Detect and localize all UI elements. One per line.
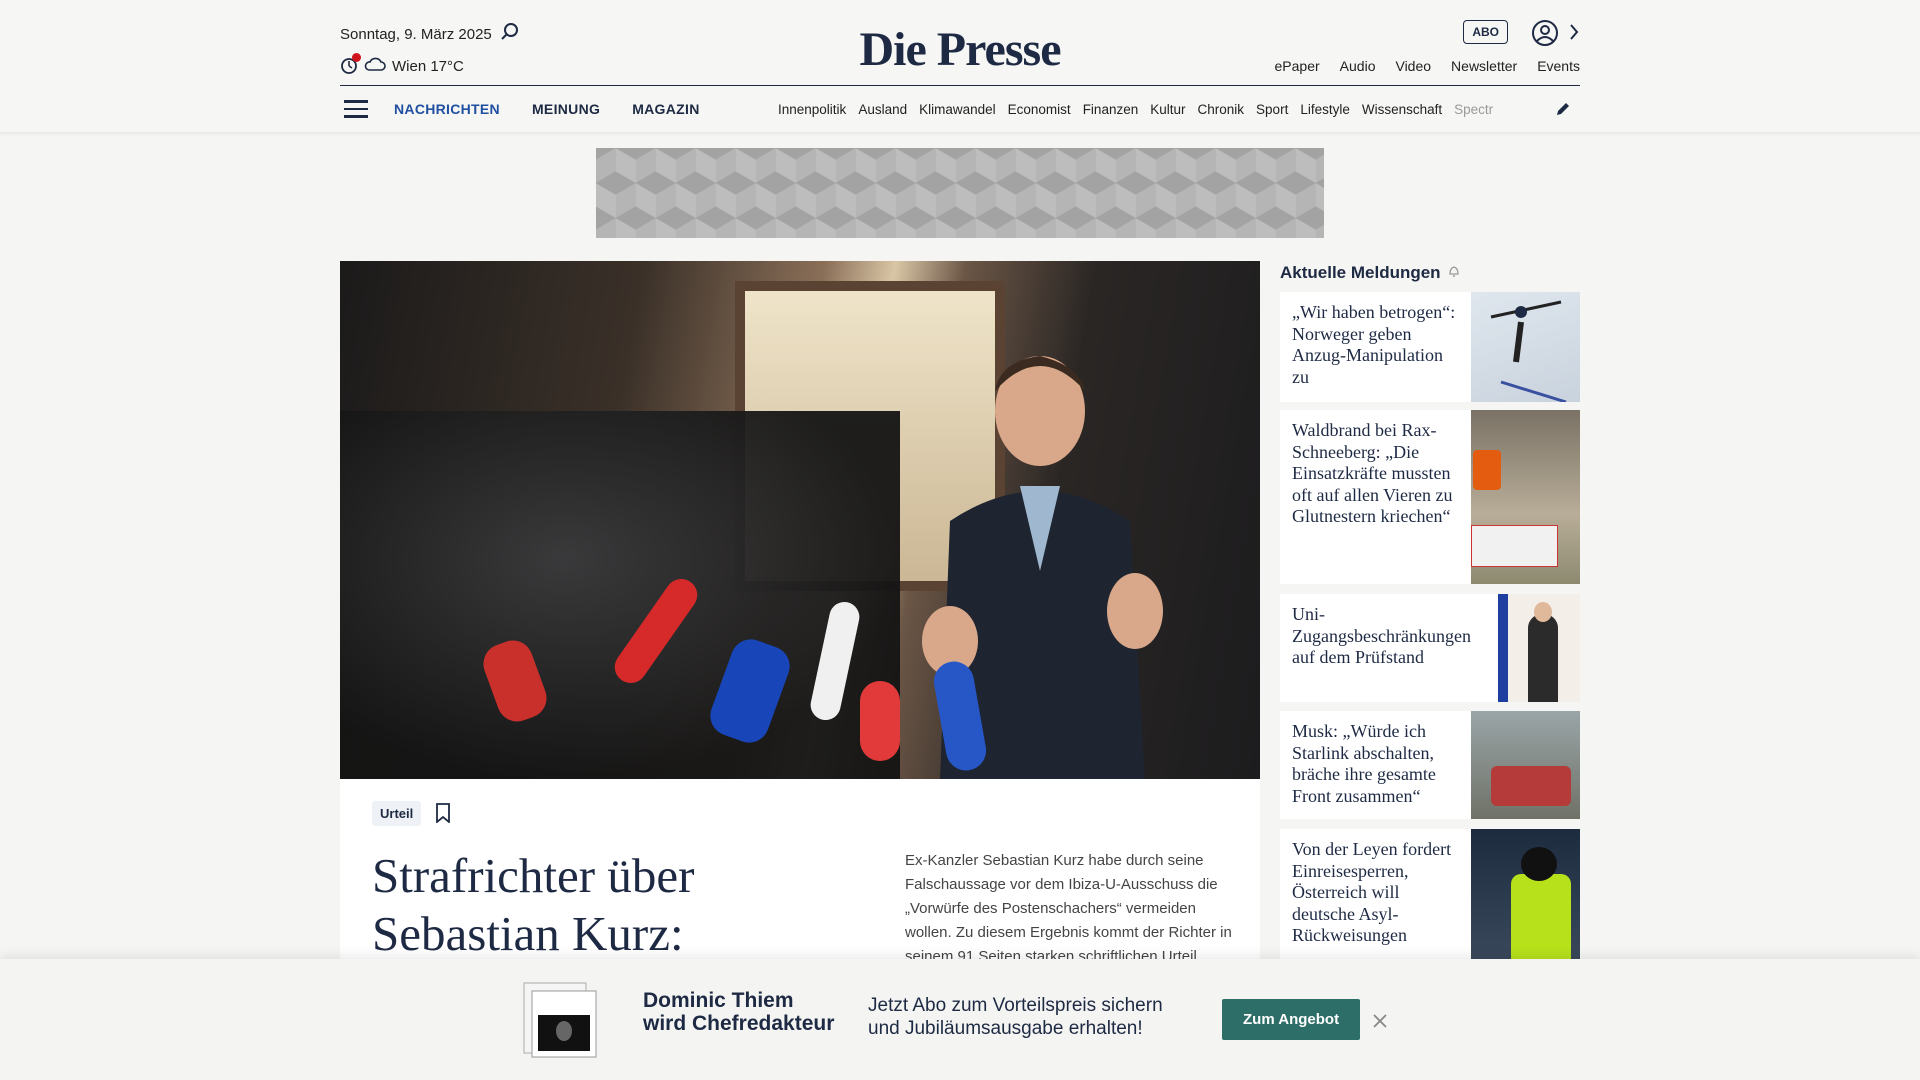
offer-button[interactable]: Zum Angebot bbox=[1222, 999, 1361, 1040]
news-sidebar: Aktuelle Meldungen „Wir haben betrogen“:… bbox=[1280, 258, 1580, 959]
article-tag[interactable]: Urteil bbox=[372, 801, 422, 826]
news-thumbnail-wildfire bbox=[1471, 410, 1580, 584]
list-item[interactable]: Musk: „Würde ich Starlink abschalten, br… bbox=[1280, 711, 1580, 819]
link-audio[interactable]: Audio bbox=[1340, 58, 1376, 74]
subnav-ausland[interactable]: Ausland bbox=[858, 102, 907, 117]
top-header: Sonntag, 9. März 2025 Wien 17°C Die Pres… bbox=[0, 0, 1920, 132]
main-navigation: NACHRICHTEN MEINUNG MAGAZIN Innenpolitik… bbox=[340, 86, 1580, 132]
sidebar-title-text: Aktuelle Meldungen bbox=[1280, 263, 1441, 282]
article-headline[interactable]: Strafrichter über Sebastian Kurz: bbox=[372, 847, 792, 963]
subnav-kultur[interactable]: Kultur bbox=[1150, 102, 1185, 117]
banner-text-line2: und Jubiläumsausgabe erhalten! bbox=[868, 1018, 1143, 1039]
header-inner: Sonntag, 9. März 2025 Wien 17°C Die Pres… bbox=[340, 0, 1580, 132]
news-thumbnail-skijump bbox=[1471, 292, 1580, 404]
header-shadow bbox=[0, 132, 1920, 136]
list-item[interactable]: Von der Leyen fordert Einreisesperren, Ö… bbox=[1280, 829, 1580, 959]
banner-text-line1: Jetzt Abo zum Vorteilspreis sichern bbox=[868, 995, 1163, 1016]
section-nav: NACHRICHTEN MEINUNG MAGAZIN bbox=[394, 101, 700, 117]
news-thumbnail-car bbox=[1471, 711, 1580, 819]
subnav-sport[interactable]: Sport bbox=[1256, 102, 1288, 117]
nav-magazin[interactable]: MAGAZIN bbox=[632, 101, 699, 117]
lead-article-card[interactable]: Urteil Strafrichter über Sebastian Kurz:… bbox=[340, 779, 1260, 965]
news-headline: „Wir haben betrogen“: Norweger geben Anz… bbox=[1292, 302, 1456, 387]
subnav-klimawandel[interactable]: Klimawandel bbox=[919, 102, 996, 117]
newspaper-image bbox=[522, 981, 600, 1059]
subnav-finanzen[interactable]: Finanzen bbox=[1083, 102, 1139, 117]
subnav-lifestyle[interactable]: Lifestyle bbox=[1300, 102, 1350, 117]
bookmark-icon[interactable] bbox=[435, 803, 451, 824]
top-links: ePaper Audio Video Newsletter Events bbox=[1275, 58, 1580, 74]
link-events[interactable]: Events bbox=[1537, 58, 1580, 74]
banner-title-line2: wird Chefredakteur bbox=[643, 1012, 835, 1035]
news-headline: Musk: „Würde ich Starlink abschalten, br… bbox=[1292, 721, 1436, 806]
subscription-banner: Dominic Thiem wird Chefredakteur Jetzt A… bbox=[0, 959, 1920, 1080]
subnav-wissenschaft[interactable]: Wissenschaft bbox=[1362, 102, 1442, 117]
link-newsletter[interactable]: Newsletter bbox=[1451, 58, 1517, 74]
banner-title-line1: Dominic Thiem bbox=[643, 989, 794, 1012]
hamburger-menu-icon[interactable] bbox=[344, 100, 368, 118]
banner-text: Jetzt Abo zum Vorteilspreis sichern und … bbox=[868, 994, 1163, 1040]
subnav-chronik[interactable]: Chronik bbox=[1198, 102, 1245, 117]
banner-title: Dominic Thiem wird Chefredakteur bbox=[643, 989, 834, 1035]
news-headline: Uni-Zugangsbeschränkungen auf dem Prüfst… bbox=[1292, 604, 1471, 667]
advertisement-placeholder[interactable] bbox=[596, 148, 1324, 238]
user-icon[interactable] bbox=[1530, 18, 1560, 48]
microphone-red-2 bbox=[860, 681, 900, 761]
news-headline: Von der Leyen fordert Einreisesperren, Ö… bbox=[1292, 839, 1452, 945]
bell-icon[interactable] bbox=[1447, 263, 1461, 283]
link-video[interactable]: Video bbox=[1395, 58, 1431, 74]
article-teaser: Ex-Kanzler Sebastian Kurz habe durch sei… bbox=[905, 852, 1232, 965]
nav-nachrichten[interactable]: NACHRICHTEN bbox=[394, 101, 500, 117]
list-item[interactable]: Uni-Zugangsbeschränkungen auf dem Prüfst… bbox=[1280, 594, 1580, 702]
sidebar-title: Aktuelle Meldungen bbox=[1280, 258, 1580, 288]
news-thumbnail-police bbox=[1471, 829, 1580, 959]
close-icon[interactable] bbox=[1372, 1013, 1388, 1029]
hero-crowd bbox=[340, 411, 900, 779]
chevron-right-icon[interactable] bbox=[1568, 22, 1580, 42]
hero-image[interactable] bbox=[340, 261, 1260, 779]
subnav-innenpolitik[interactable]: Innenpolitik bbox=[778, 102, 846, 117]
news-headline: Waldbrand bei Rax-Schneeberg: „Die Einsa… bbox=[1292, 420, 1453, 526]
subnav-economist[interactable]: Economist bbox=[1008, 102, 1071, 117]
nav-meinung[interactable]: MEINUNG bbox=[532, 101, 600, 117]
subnav-spectrum[interactable]: Spectr bbox=[1454, 102, 1493, 117]
pencil-icon[interactable] bbox=[1554, 100, 1572, 118]
link-epaper[interactable]: ePaper bbox=[1275, 58, 1320, 74]
sub-navigation: Innenpolitik Ausland Klimawandel Economi… bbox=[778, 86, 1540, 132]
list-item[interactable]: „Wir haben betrogen“: Norweger geben Anz… bbox=[1280, 292, 1580, 404]
abo-button[interactable]: ABO bbox=[1463, 20, 1508, 44]
list-item[interactable]: Waldbrand bei Rax-Schneeberg: „Die Einsa… bbox=[1280, 410, 1580, 584]
news-thumbnail-university bbox=[1498, 594, 1580, 702]
